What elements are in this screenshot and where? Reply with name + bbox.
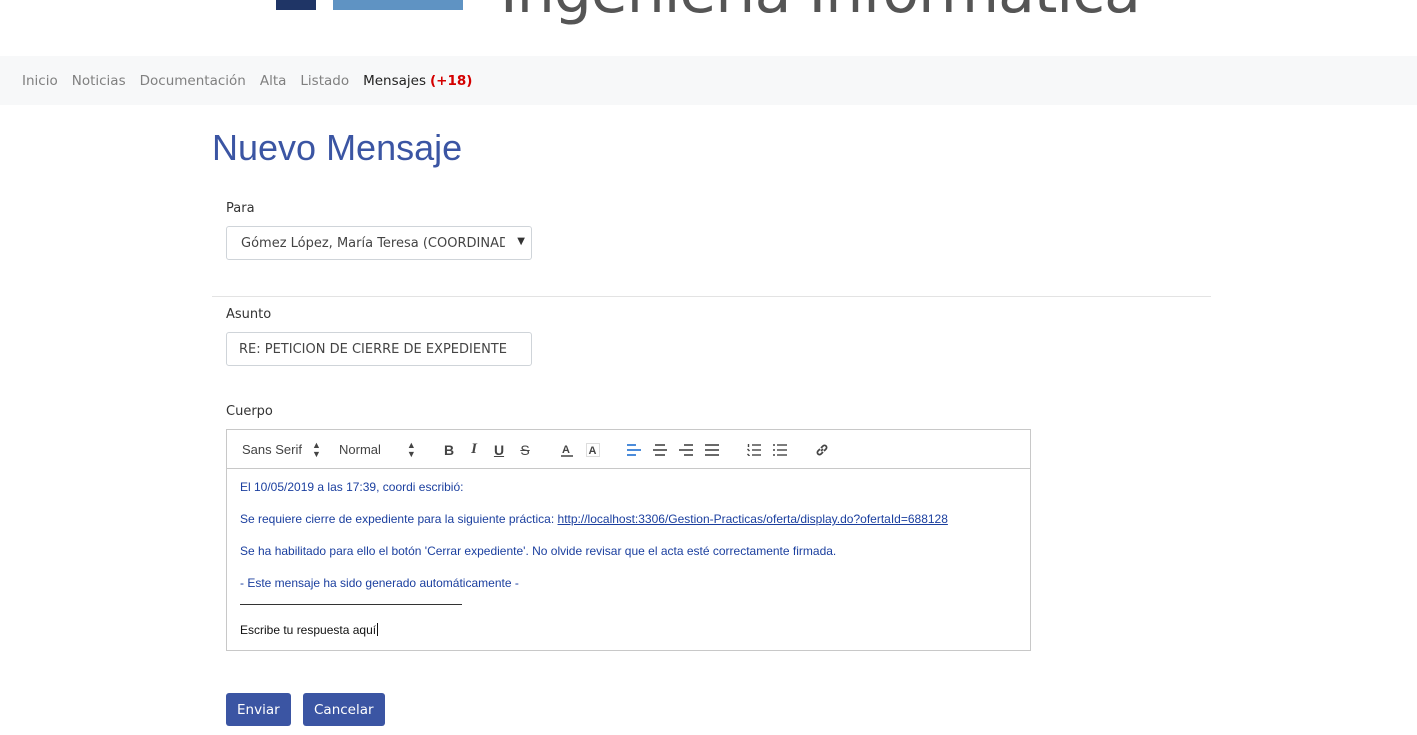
logo-mark-light — [333, 0, 463, 10]
quote-line-2: Se ha habilitado para ello el botón 'Cer… — [240, 544, 837, 558]
reply-text-value: Escribe tu respuesta aquí — [240, 623, 377, 637]
form-divider — [212, 296, 1211, 297]
nav-item-alta[interactable]: Alta — [253, 73, 294, 89]
align-right-icon[interactable] — [677, 430, 695, 469]
practice-link[interactable]: http://localhost:3306/Gestion-Practicas/… — [558, 512, 948, 526]
background-color-icon[interactable]: A — [584, 430, 602, 469]
unread-count-badge: (+18) — [430, 72, 473, 89]
subject-label: Asunto — [226, 307, 272, 322]
font-family-picker[interactable]: Sans Serif ▲ ▼ — [242, 430, 321, 469]
logo-mark-dark — [276, 0, 316, 10]
nav-item-mensajes[interactable]: Mensajes (+18) — [356, 73, 479, 89]
site-header: Ingeniería Informática — [0, 0, 1417, 56]
link-icon[interactable] — [813, 430, 831, 469]
cancel-button[interactable]: Cancelar — [303, 693, 385, 726]
reply-text[interactable]: Escribe tu respuesta aquí — [240, 623, 379, 637]
page-title: Nuevo Mensaje — [212, 127, 463, 168]
nav-item-listado[interactable]: Listado — [293, 73, 356, 89]
logo-text: Ingeniería Informática — [500, 0, 1141, 27]
quote-line-1: Se requiere cierre de expediente para la… — [240, 512, 1017, 544]
up-down-arrows-icon: ▲ ▼ — [406, 439, 416, 459]
underline-icon[interactable]: U — [490, 430, 508, 469]
caret-down-icon: ▼ — [517, 236, 525, 247]
quote-header: El 10/05/2019 a las 17:39, coordi escrib… — [240, 480, 464, 494]
align-center-icon[interactable] — [651, 430, 669, 469]
to-label: Para — [226, 201, 255, 216]
body-label: Cuerpo — [226, 404, 273, 419]
nav-item-mensajes-label: Mensajes — [363, 72, 426, 89]
subject-input[interactable] — [226, 332, 532, 366]
align-left-icon[interactable] — [625, 430, 643, 469]
font-family-value: Sans Serif — [242, 442, 302, 457]
align-justify-icon[interactable] — [703, 430, 721, 469]
text-cursor — [377, 623, 379, 636]
nav-item-documentacion[interactable]: Documentación — [133, 73, 253, 89]
font-size-value: Normal — [339, 442, 381, 457]
italic-icon[interactable]: I — [465, 430, 483, 469]
quote-line-1-text: Se requiere cierre de expediente para la… — [240, 512, 558, 526]
send-button[interactable]: Enviar — [226, 693, 291, 726]
recipient-select[interactable]: Gómez López, María Teresa (COORDINADOR) … — [226, 226, 532, 260]
strike-icon[interactable]: S — [516, 430, 534, 469]
bullet-list-icon[interactable] — [771, 430, 789, 469]
main-nav: Inicio Noticias Documentación Alta Lista… — [0, 56, 1417, 105]
up-down-arrows-icon: ▲ ▼ — [311, 439, 321, 459]
text-color-icon[interactable]: A — [558, 430, 576, 469]
font-size-picker[interactable]: Normal ▲ ▼ — [339, 430, 416, 469]
svg-text:A: A — [589, 445, 597, 457]
rich-text-editor: Sans Serif ▲ ▼ Normal ▲ ▼ B I U S A A El… — [226, 429, 1031, 651]
svg-text:A: A — [562, 444, 570, 456]
bold-icon[interactable]: B — [440, 430, 458, 469]
ordered-list-icon[interactable] — [745, 430, 763, 469]
nav-item-inicio[interactable]: Inicio — [15, 73, 65, 89]
nav-item-noticias[interactable]: Noticias — [65, 73, 133, 89]
editor-toolbar: Sans Serif ▲ ▼ Normal ▲ ▼ B I U S A A — [227, 430, 1030, 469]
recipient-select-value: Gómez López, María Teresa (COORDINADOR) — [241, 235, 505, 251]
editor-content[interactable]: El 10/05/2019 a las 17:39, coordi escrib… — [227, 469, 1030, 619]
quote-separator — [240, 604, 462, 605]
